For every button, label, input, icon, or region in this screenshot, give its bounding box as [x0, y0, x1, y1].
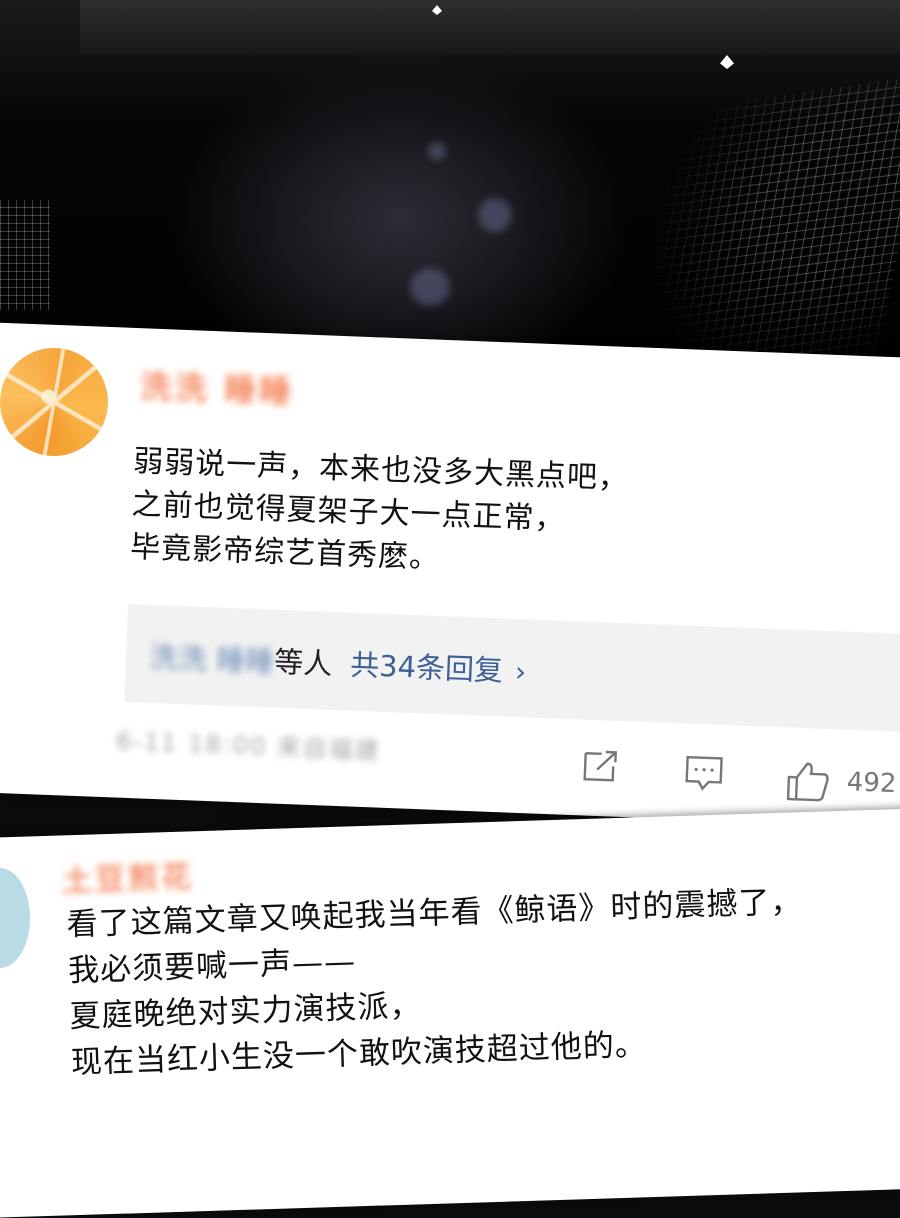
reply-count-link[interactable]: 共34条回复 — [350, 648, 504, 688]
comment-username[interactable]: 土豆煎花 — [61, 852, 195, 900]
glow-spot — [410, 268, 450, 306]
comment-username[interactable]: 洗洗 睡睡 — [139, 361, 295, 412]
glow-spot — [428, 142, 446, 160]
share-icon[interactable] — [578, 745, 624, 787]
mesh-grid-right — [629, 74, 900, 396]
avatar[interactable] — [0, 348, 108, 456]
like-icon[interactable] — [784, 759, 834, 805]
reply-suffix: 等人 — [273, 644, 333, 682]
mesh-grid-left — [0, 200, 50, 310]
light-spark — [720, 55, 734, 69]
chevron-right-icon: › — [514, 655, 527, 689]
ceiling-shading — [80, 0, 900, 55]
like-count: 492 — [846, 767, 897, 800]
comment-text: 看了这篇文章又唤起我当年看《鲸语》时的震撼了， 我必须要喊一声—— 夏庭晚绝对实… — [66, 883, 803, 1081]
comment-icon[interactable] — [682, 753, 728, 795]
comment-text: 弱弱说一声，本来也没多大黑点吧， 之前也觉得夏架子大一点正常， 毕竟影帝综艺首秀… — [129, 443, 630, 576]
reply-usernames[interactable]: 洗洗 睡睡 — [148, 634, 275, 681]
glow-spot — [478, 198, 512, 232]
